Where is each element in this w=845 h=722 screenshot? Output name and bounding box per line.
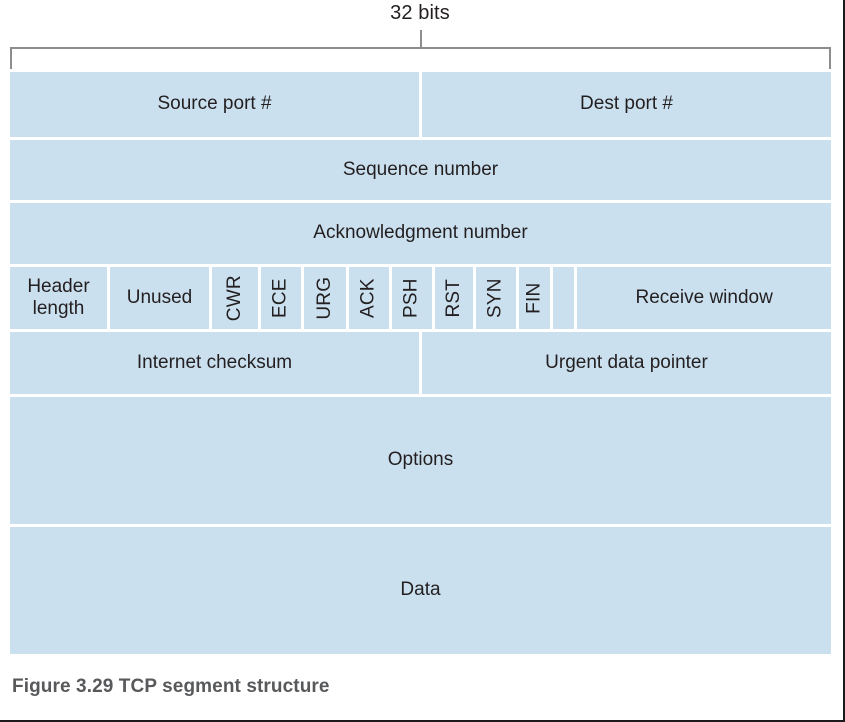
flag-label-fin: FIN xyxy=(523,282,545,314)
field-unused: Unused xyxy=(110,267,209,329)
segment-row-checksum: Internet checksum Urgent data pointer xyxy=(10,332,831,394)
width-bracket-left-tick-icon xyxy=(10,47,12,69)
field-flag-rst: RST xyxy=(434,267,474,329)
bit-width-tick-icon xyxy=(420,30,422,48)
width-bracket-right-tick-icon xyxy=(829,47,831,69)
segment-row-data: Data xyxy=(10,527,831,654)
figure-page: 32 bits Source port # Dest port # Sequen… xyxy=(0,0,845,722)
flag-label-ece: ECE xyxy=(269,278,291,318)
field-header-length: Header length xyxy=(10,267,107,329)
flag-label-ack: ACK xyxy=(358,278,380,318)
field-data: Data xyxy=(10,527,831,654)
field-acknowledgment-number: Acknowledgment number xyxy=(10,203,831,264)
flag-label-cwr: CWR xyxy=(223,275,245,321)
figure-caption: Figure 3.29 TCP segment structure xyxy=(12,676,330,697)
field-source-port: Source port # xyxy=(10,72,419,137)
width-bracket-line-icon xyxy=(10,47,831,49)
field-internet-checksum: Internet checksum xyxy=(10,332,419,394)
field-receive-window: Receive window xyxy=(577,267,831,329)
field-flag-ack: ACK xyxy=(349,267,390,329)
flag-label-syn: SYN xyxy=(485,278,507,318)
segment-row-options: Options xyxy=(10,397,831,524)
field-flag-fin: FIN xyxy=(519,267,551,329)
field-flag-ece: ECE xyxy=(260,267,301,329)
flag-label-urg: URG xyxy=(313,276,335,320)
segment-row-acknowledgment: Acknowledgment number xyxy=(10,203,831,264)
segment-row-ports: Source port # Dest port # xyxy=(10,72,831,137)
field-flag-syn: SYN xyxy=(476,267,517,329)
width-annotation: 32 bits xyxy=(0,0,845,69)
field-urgent-data-pointer: Urgent data pointer xyxy=(422,332,831,394)
segment-row-sequence: Sequence number xyxy=(10,140,831,200)
flag-label-psh: PSH xyxy=(400,278,422,318)
field-flag-urg: URG xyxy=(303,267,347,329)
flag-label-rst: RST xyxy=(442,278,464,318)
segment-row-flags: Header length Unused CWR ECE URG ACK PSH xyxy=(10,267,831,329)
field-flags-filler xyxy=(553,267,575,329)
field-options: Options xyxy=(10,397,831,524)
field-flag-cwr: CWR xyxy=(212,267,258,329)
field-flag-psh: PSH xyxy=(392,267,432,329)
tcp-segment-table: Source port # Dest port # Sequence numbe… xyxy=(10,72,831,657)
field-dest-port: Dest port # xyxy=(422,72,831,137)
bit-width-label: 32 bits xyxy=(390,2,450,24)
field-sequence-number: Sequence number xyxy=(10,140,831,200)
